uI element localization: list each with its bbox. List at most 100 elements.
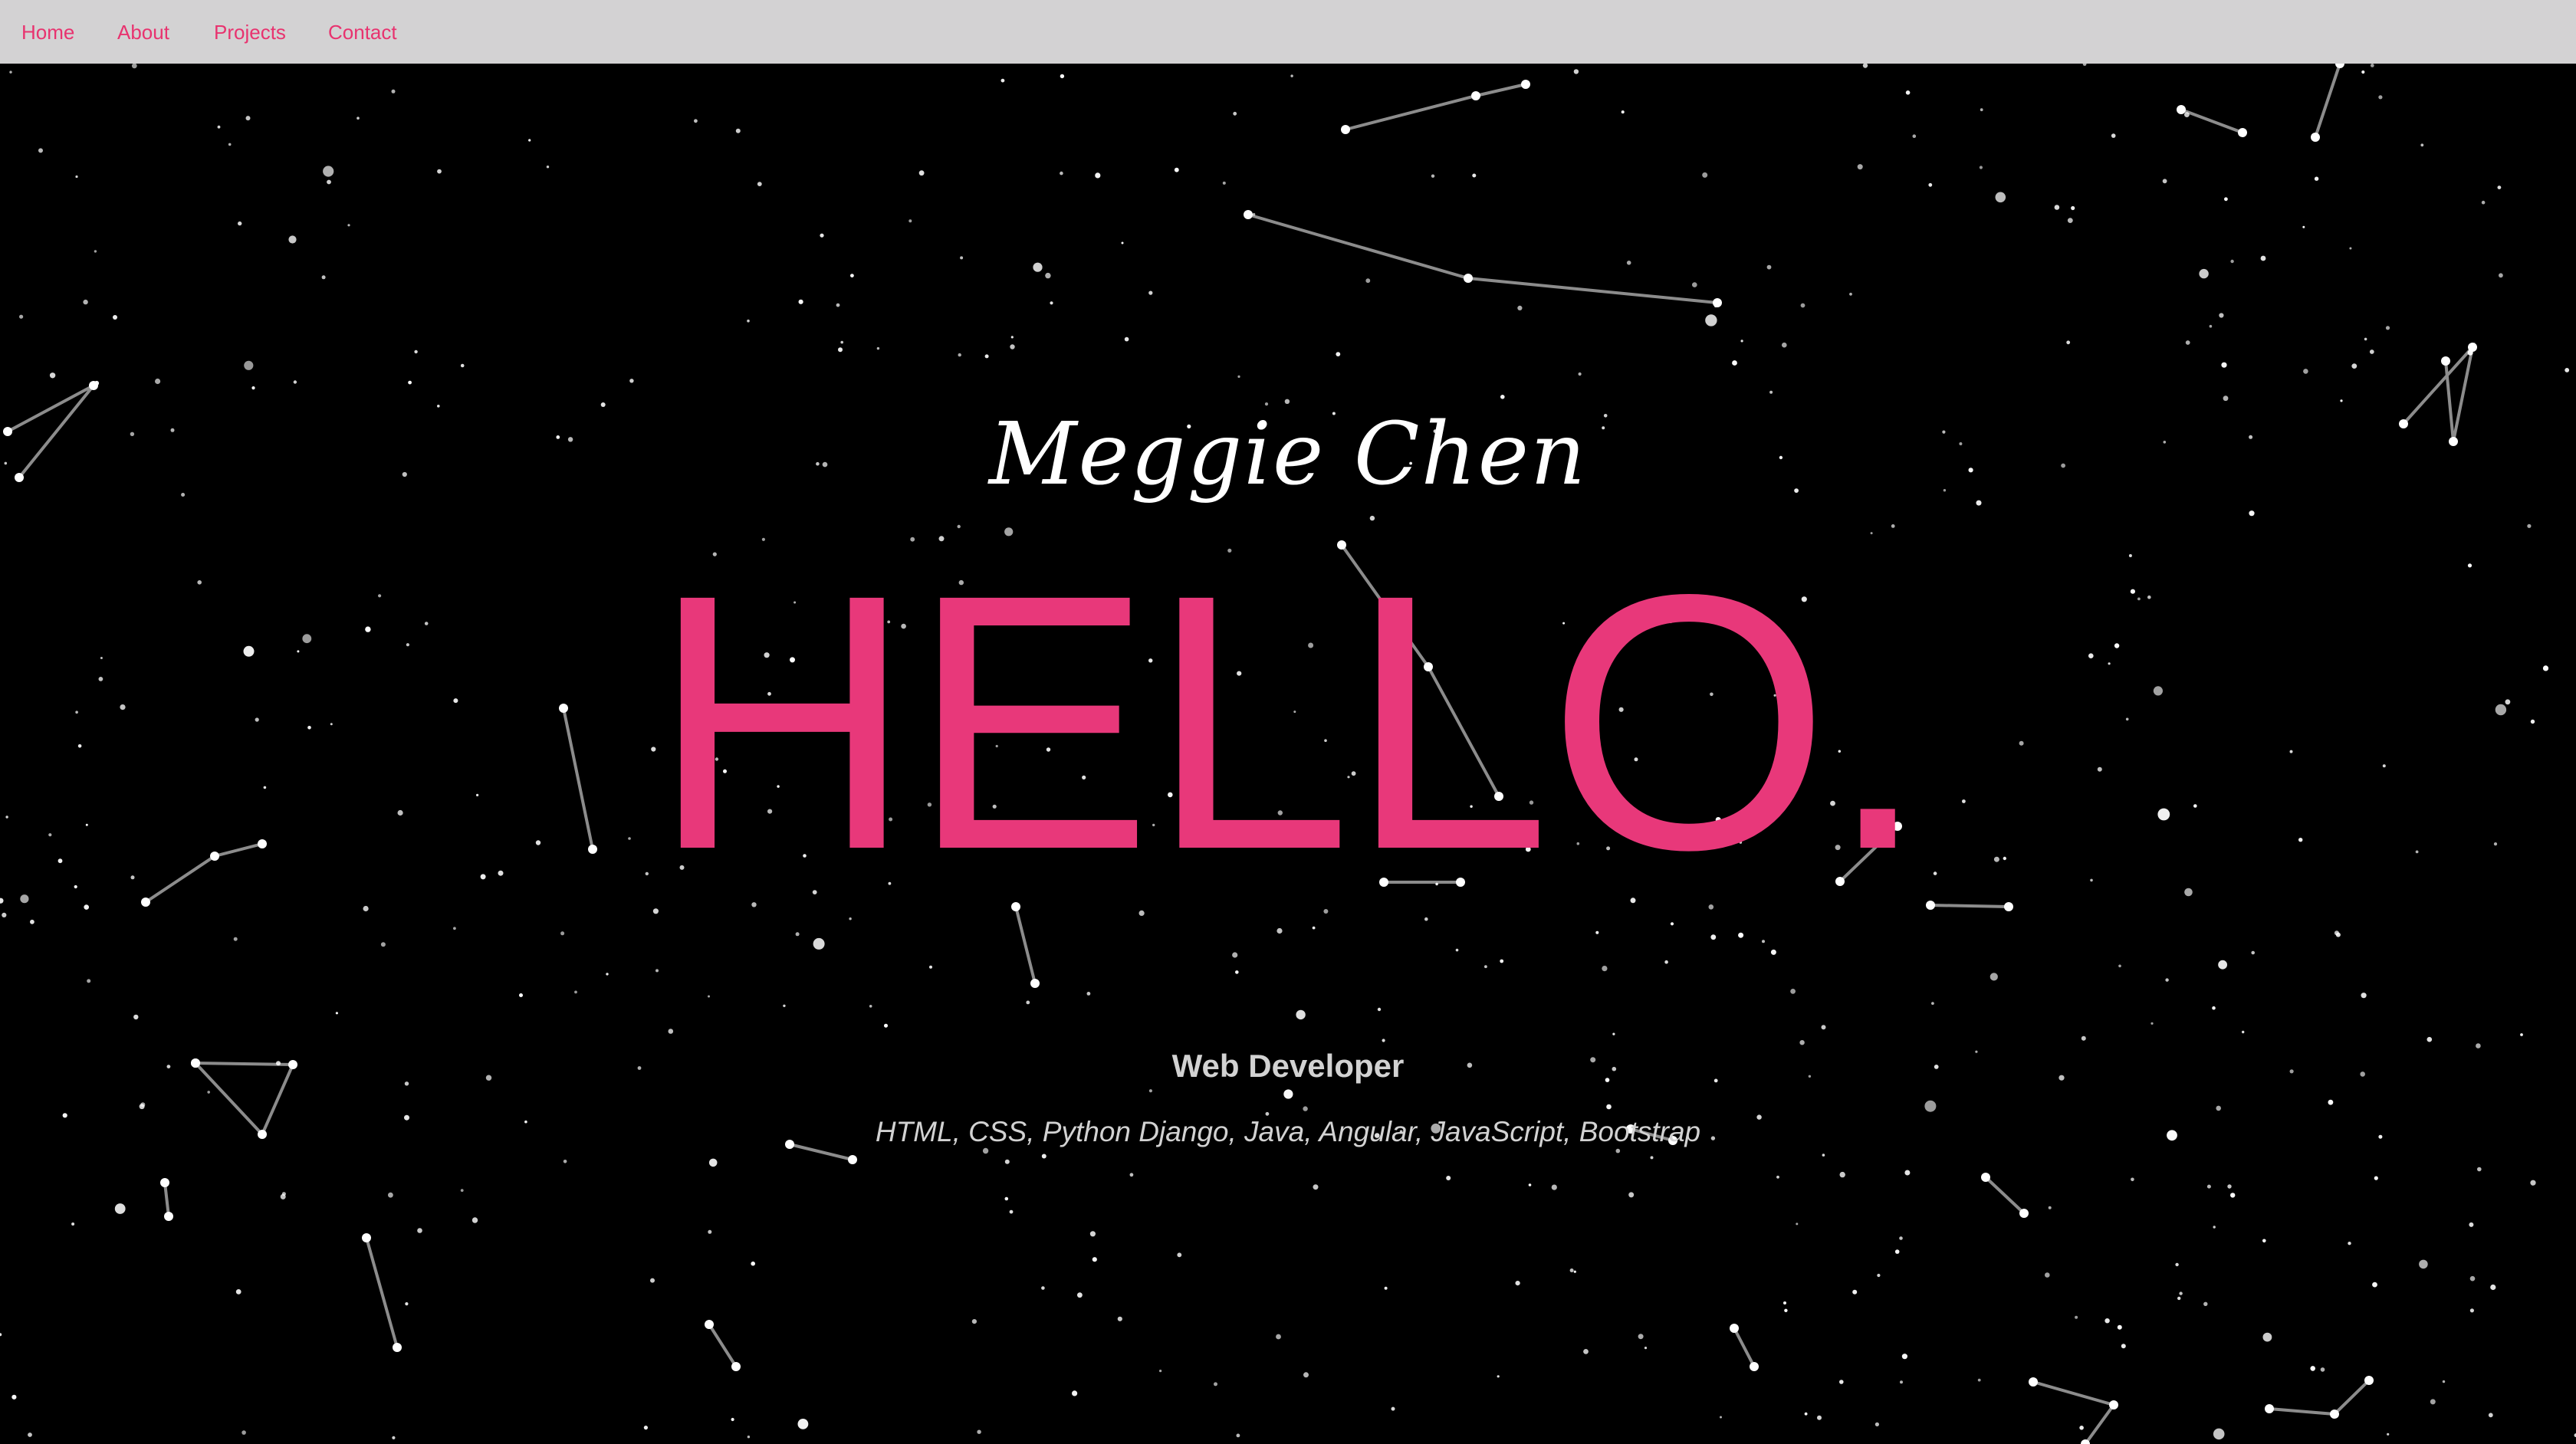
constellation-star [731, 1362, 741, 1371]
star [1117, 1316, 1122, 1321]
star [2071, 205, 2075, 211]
star [139, 1104, 145, 1110]
star [347, 224, 350, 227]
star [243, 645, 255, 657]
nav-link-about[interactable]: About [117, 20, 169, 44]
star [2495, 704, 2507, 716]
star [2370, 64, 2374, 67]
star [1943, 489, 1947, 492]
star [1124, 336, 1129, 342]
star [2289, 750, 2293, 753]
star [2289, 1069, 2294, 1074]
star [408, 380, 412, 385]
star [133, 1014, 139, 1020]
star [2488, 1413, 2493, 1418]
constellation-star [160, 1178, 169, 1187]
star [1784, 1308, 1788, 1313]
star [643, 1426, 649, 1430]
star [2249, 435, 2253, 439]
star [460, 1189, 464, 1192]
star [130, 432, 135, 436]
constellation-star [2029, 1377, 2038, 1387]
star [207, 1091, 211, 1094]
star [356, 117, 360, 120]
constellation-star [141, 898, 150, 907]
star [1905, 90, 1911, 95]
star [560, 931, 565, 936]
constellation-line [1733, 1327, 1756, 1367]
star [1626, 261, 1631, 265]
star [1041, 1286, 1045, 1290]
star [751, 1261, 755, 1266]
constellation-star [362, 1233, 371, 1242]
star [402, 471, 407, 478]
star [472, 1217, 478, 1223]
star [2364, 337, 2367, 341]
star [2219, 313, 2224, 318]
star [1187, 424, 1191, 428]
star [909, 219, 912, 223]
nav-link-projects[interactable]: Projects [214, 20, 286, 44]
star [1849, 292, 1852, 296]
star [2374, 1176, 2378, 1180]
star [307, 726, 311, 730]
star [1484, 965, 1487, 969]
star [836, 303, 840, 307]
star [71, 1222, 75, 1226]
star [797, 1419, 809, 1429]
star [2162, 179, 2167, 184]
star [1669, 620, 1672, 624]
star [1277, 810, 1283, 816]
star [1121, 241, 1124, 244]
star [1500, 959, 1504, 963]
star [535, 840, 541, 845]
star [2212, 1006, 2216, 1010]
star [1602, 966, 1608, 972]
star [30, 919, 34, 924]
star [2419, 1259, 2428, 1269]
star [1931, 1002, 1934, 1005]
star [1740, 340, 1743, 343]
star [1446, 1176, 1451, 1180]
star [1312, 926, 1316, 930]
star [838, 347, 843, 353]
star [1934, 1065, 1939, 1069]
star [1595, 930, 1599, 934]
star [1528, 1183, 1532, 1186]
star [0, 1333, 2, 1337]
star [1979, 166, 1983, 169]
nav-link-home[interactable]: Home [21, 20, 74, 44]
nav-link-contact[interactable]: Contact [328, 20, 397, 44]
star [404, 1081, 409, 1086]
star [984, 354, 989, 359]
star [1095, 172, 1101, 179]
star [1424, 917, 1428, 921]
star [170, 428, 175, 432]
star [1082, 775, 1086, 780]
star [960, 256, 964, 260]
star [1993, 856, 1999, 862]
star [2163, 441, 2167, 444]
constellation-star [1424, 662, 1433, 671]
constellation-star [588, 845, 597, 854]
star [1634, 757, 1638, 762]
star [58, 858, 63, 864]
star [0, 898, 4, 904]
constellation-line [1930, 904, 2009, 908]
constellation-star [1244, 210, 1253, 219]
star [1235, 970, 1239, 974]
constellation-star [1626, 1124, 1635, 1134]
star [656, 969, 659, 973]
constellation-star [1926, 901, 1935, 910]
star [1004, 1159, 1010, 1164]
star [2499, 273, 2503, 278]
star [263, 786, 267, 789]
star [2054, 205, 2060, 210]
constellation-star [1521, 80, 1530, 89]
star [1796, 1222, 1799, 1226]
star [476, 793, 479, 796]
star [2206, 1184, 2211, 1189]
star [1276, 927, 1283, 934]
star [929, 965, 932, 969]
star [708, 1158, 718, 1167]
